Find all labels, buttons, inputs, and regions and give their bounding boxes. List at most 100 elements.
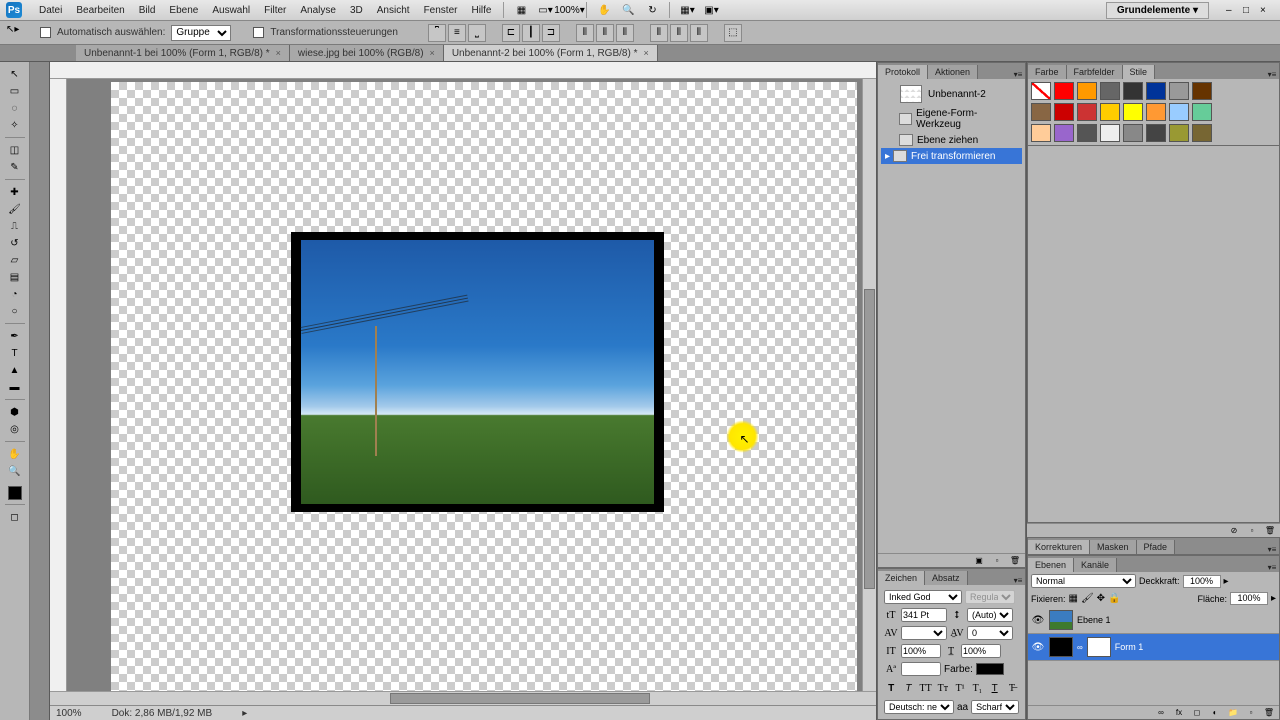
subscript-icon[interactable]: T₁ bbox=[970, 681, 984, 695]
history-brush-icon[interactable]: ↺ bbox=[4, 235, 26, 251]
status-doc[interactable]: Dok: 2,86 MB/1,92 MB bbox=[112, 708, 213, 719]
style-swatch[interactable] bbox=[1146, 124, 1166, 142]
bold-icon[interactable]: T bbox=[884, 681, 898, 695]
hand-tool-icon[interactable]: ✋ bbox=[4, 446, 26, 462]
clear-style-icon[interactable]: ⊘ bbox=[1227, 525, 1241, 537]
panel-menu-icon[interactable]: ▾≡ bbox=[1265, 563, 1279, 572]
crop-tool-icon[interactable]: ◫ bbox=[4, 142, 26, 158]
vector-mask-thumb[interactable] bbox=[1087, 637, 1111, 657]
dodge-tool-icon[interactable]: ○ bbox=[4, 303, 26, 319]
pen-tool-icon[interactable]: ✒ bbox=[4, 328, 26, 344]
font-style-dropdown[interactable]: Regular bbox=[965, 590, 1015, 604]
tab-paths[interactable]: Pfade bbox=[1137, 540, 1176, 554]
align-hcenter-icon[interactable]: ┃ bbox=[522, 24, 540, 42]
text-color-swatch[interactable] bbox=[976, 663, 1004, 675]
menu-ebene[interactable]: Ebene bbox=[162, 2, 205, 19]
style-swatch[interactable] bbox=[1123, 82, 1143, 100]
menu-ansicht[interactable]: Ansicht bbox=[370, 2, 417, 19]
status-zoom[interactable]: 100% bbox=[56, 708, 82, 719]
tab-masks[interactable]: Masken bbox=[1090, 540, 1137, 554]
shape-layer-frame[interactable] bbox=[291, 232, 664, 512]
style-swatch[interactable] bbox=[1169, 124, 1189, 142]
style-swatch[interactable] bbox=[1169, 82, 1189, 100]
wand-tool-icon[interactable]: ✧ bbox=[4, 117, 26, 133]
blend-mode-dropdown[interactable]: Normal bbox=[1031, 574, 1136, 588]
auto-select-checkbox[interactable] bbox=[40, 27, 51, 38]
zoom-tool-icon[interactable]: 🔍 bbox=[618, 1, 638, 19]
new-style-icon[interactable]: ▫ bbox=[1245, 525, 1259, 537]
style-swatch[interactable] bbox=[1031, 103, 1051, 121]
baseline-input[interactable] bbox=[901, 662, 941, 676]
style-swatch[interactable] bbox=[1077, 103, 1097, 121]
opacity-input[interactable]: 100% bbox=[1183, 575, 1221, 588]
shape-tool-icon[interactable]: ▬ bbox=[4, 379, 26, 395]
layer-row[interactable]: 👁 Ebene 1 bbox=[1028, 607, 1279, 634]
align-right-icon[interactable]: ⊐ bbox=[542, 24, 560, 42]
lock-all-icon[interactable]: 🔒 bbox=[1108, 593, 1120, 604]
panel-menu-icon[interactable]: ▾≡ bbox=[1265, 545, 1279, 554]
trash-icon[interactable]: 🗑 bbox=[1262, 707, 1276, 719]
tab-swatches[interactable]: Farbfelder bbox=[1067, 65, 1123, 79]
distribute-hcenter-icon[interactable]: ⫴ bbox=[670, 24, 688, 42]
strikethrough-icon[interactable]: T̶ bbox=[1005, 681, 1019, 695]
style-swatch[interactable] bbox=[1100, 103, 1120, 121]
style-swatch[interactable] bbox=[1031, 124, 1051, 142]
history-snapshot-name[interactable]: Unbenannt-2 bbox=[928, 89, 986, 100]
layer-thumb[interactable] bbox=[1049, 610, 1073, 630]
stamp-tool-icon[interactable]: ⎍ bbox=[4, 218, 26, 234]
screen-mode-icon[interactable]: ▭▾ bbox=[535, 1, 555, 19]
menu-analyse[interactable]: Analyse bbox=[293, 2, 343, 19]
tab-color[interactable]: Farbe bbox=[1028, 65, 1067, 79]
italic-icon[interactable]: T bbox=[901, 681, 915, 695]
close-icon[interactable]: × bbox=[1260, 5, 1271, 16]
new-snapshot-icon[interactable]: ▣ bbox=[972, 555, 986, 567]
distribute-right-icon[interactable]: ⫴ bbox=[690, 24, 708, 42]
menu-filter[interactable]: Filter bbox=[257, 2, 293, 19]
scrollbar-horizontal[interactable] bbox=[50, 691, 876, 705]
menu-fenster[interactable]: Fenster bbox=[417, 2, 465, 19]
lock-position-icon[interactable]: ✥ bbox=[1097, 593, 1105, 604]
smallcaps-icon[interactable]: Tᴛ bbox=[936, 681, 950, 695]
style-swatch[interactable] bbox=[1169, 103, 1189, 121]
layer-name[interactable]: Form 1 bbox=[1115, 642, 1144, 652]
distribute-bottom-icon[interactable]: ⫴ bbox=[616, 24, 634, 42]
style-swatch[interactable] bbox=[1077, 124, 1097, 142]
font-size-input[interactable] bbox=[901, 608, 947, 622]
trash-icon[interactable]: 🗑 bbox=[1263, 525, 1277, 537]
lock-pixels-icon[interactable]: 🖌 bbox=[1081, 593, 1094, 604]
eraser-tool-icon[interactable]: ▱ bbox=[4, 252, 26, 268]
auto-select-dropdown[interactable]: Gruppe bbox=[171, 25, 231, 41]
quick-mask-icon[interactable]: ◻ bbox=[4, 509, 26, 525]
panel-menu-icon[interactable]: ▾≡ bbox=[1011, 70, 1025, 79]
new-layer-icon[interactable]: ▫ bbox=[1244, 707, 1258, 719]
brush-tool-icon[interactable]: 🖌 bbox=[4, 201, 26, 217]
history-item[interactable]: ▸Frei transformieren bbox=[881, 148, 1022, 164]
visibility-icon[interactable]: 👁 bbox=[1031, 615, 1045, 626]
leading-dropdown[interactable]: (Auto) bbox=[967, 608, 1013, 622]
visibility-icon[interactable]: 👁 bbox=[1031, 642, 1045, 653]
style-swatch[interactable] bbox=[1054, 103, 1074, 121]
gradient-tool-icon[interactable]: ▤ bbox=[4, 269, 26, 285]
3d-tool-icon[interactable]: ⬢ bbox=[4, 404, 26, 420]
history-item[interactable]: Ebene ziehen bbox=[881, 132, 1022, 148]
style-swatch[interactable] bbox=[1054, 82, 1074, 100]
lock-transparency-icon[interactable]: ▦ bbox=[1069, 593, 1078, 604]
scrollbar-vertical[interactable] bbox=[862, 79, 876, 691]
document-tab[interactable]: Unbenannt-2 bei 100% (Form 1, RGB/8) *× bbox=[444, 45, 658, 61]
ruler-vertical[interactable] bbox=[50, 79, 67, 691]
launch-bridge-icon[interactable]: ▦ bbox=[511, 1, 531, 19]
font-family-dropdown[interactable]: Inked God bbox=[884, 590, 962, 604]
minimize-icon[interactable]: – bbox=[1226, 5, 1237, 16]
history-snapshot-thumb[interactable] bbox=[900, 85, 922, 103]
tab-close-icon[interactable]: × bbox=[276, 48, 281, 58]
transform-controls-checkbox[interactable] bbox=[253, 27, 264, 38]
blur-tool-icon[interactable]: ◔ bbox=[4, 286, 26, 302]
fill-input[interactable]: 100% bbox=[1230, 592, 1268, 605]
panel-menu-icon[interactable]: ▾≡ bbox=[1011, 576, 1025, 585]
distribute-vcenter-icon[interactable]: ⫴ bbox=[596, 24, 614, 42]
trash-icon[interactable]: 🗑 bbox=[1008, 555, 1022, 567]
menu-3d[interactable]: 3D bbox=[343, 2, 370, 19]
style-swatch[interactable] bbox=[1100, 82, 1120, 100]
workspace-switcher[interactable]: Grundelemente bbox=[1106, 2, 1209, 19]
align-vcenter-icon[interactable]: ≡ bbox=[448, 24, 466, 42]
